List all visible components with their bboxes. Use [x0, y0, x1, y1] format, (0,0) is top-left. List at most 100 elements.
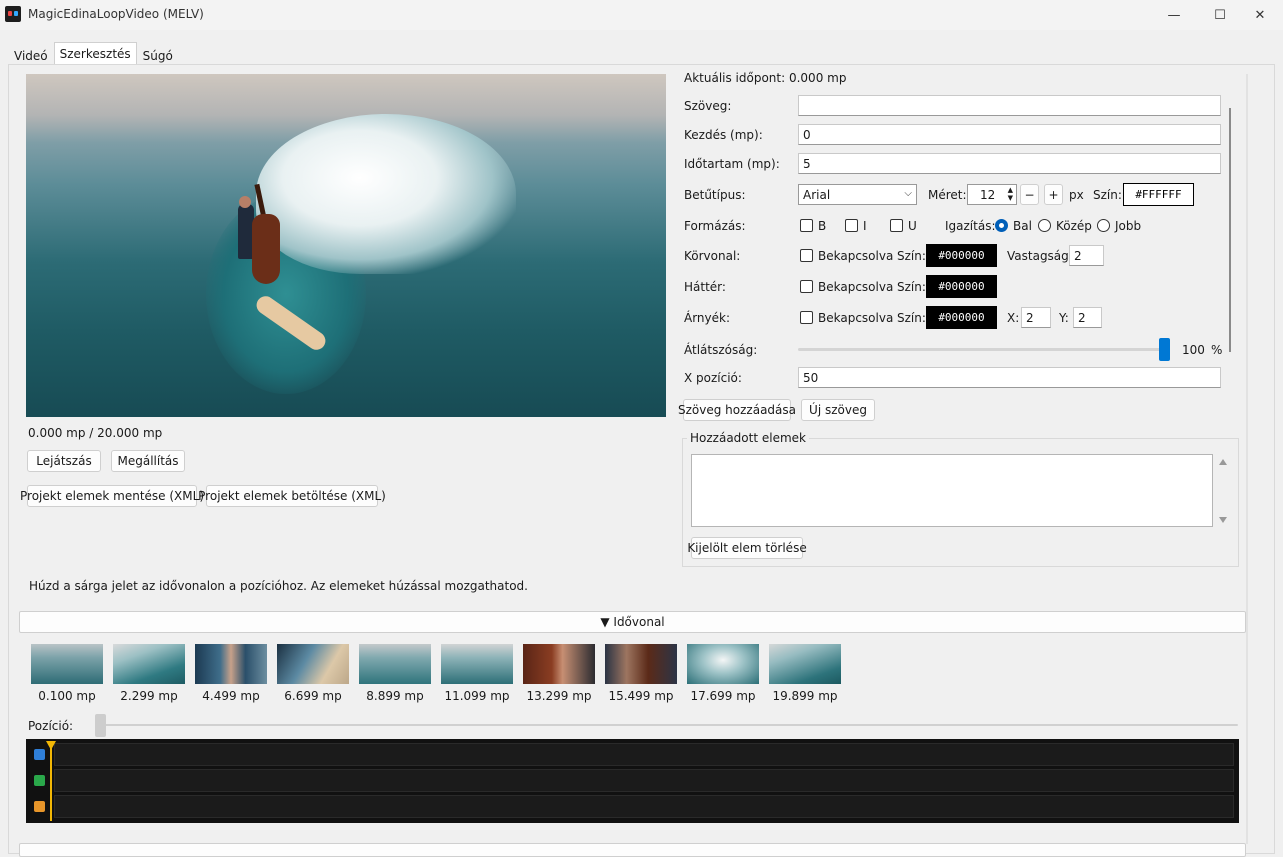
xpos-input[interactable]: 50: [798, 367, 1221, 388]
italic-label: I: [863, 219, 867, 233]
opacity-slider[interactable]: [798, 348, 1168, 351]
position-label: Pozíció:: [28, 719, 74, 733]
text-track-icon: [34, 775, 45, 786]
timeline-canvas[interactable]: [26, 739, 1239, 823]
outline-color-swatch[interactable]: #000000: [926, 244, 997, 267]
timeline-track-image[interactable]: [54, 743, 1234, 766]
shadow-color-swatch[interactable]: #000000: [926, 306, 997, 329]
stop-button[interactable]: Megállítás: [111, 450, 185, 472]
shadow-y-label: Y:: [1059, 311, 1069, 325]
new-text-button[interactable]: Új szöveg: [801, 399, 875, 421]
added-elements-title: Hozzáadott elemek: [687, 431, 809, 445]
size-label: Méret:: [928, 188, 967, 202]
scroll-down-icon[interactable]: [1219, 517, 1227, 523]
text-color-swatch[interactable]: #FFFFFF: [1123, 183, 1194, 206]
added-elements-list[interactable]: [691, 454, 1213, 527]
chevron-down-icon: ⌵: [904, 188, 912, 199]
tab-edit[interactable]: Szerkesztés: [53, 42, 137, 65]
bottom-toggle-button[interactable]: [19, 843, 1246, 857]
thumbnail-time: 4.499 mp: [202, 689, 260, 703]
hint-text: Húzd a sárga jelet az idővonalon a pozíc…: [29, 579, 528, 593]
minimize-button[interactable]: —: [1151, 0, 1197, 30]
duration-input[interactable]: 5: [798, 153, 1221, 174]
timeline-thumbnail[interactable]: [687, 644, 759, 684]
duration-label: Időtartam (mp):: [684, 157, 780, 171]
thumbnail-time: 0.100 mp: [38, 689, 96, 703]
timeline-thumbnail[interactable]: [195, 644, 267, 684]
align-left-label: Bal: [1013, 219, 1032, 233]
italic-checkbox[interactable]: [845, 219, 858, 232]
panel-scroll-track[interactable]: [1246, 74, 1248, 844]
opacity-value: 100: [1182, 343, 1205, 357]
format-label: Formázás:: [684, 219, 746, 233]
align-left-radio[interactable]: [995, 219, 1008, 232]
shadow-enabled-label: Bekapcsolva: [818, 311, 894, 325]
window-title: MagicEdinaLoopVideo (MELV): [28, 7, 204, 21]
delete-selected-button[interactable]: Kijelölt elem törlése: [687, 537, 807, 559]
font-select[interactable]: Arial ⌵: [798, 184, 917, 205]
background-label: Háttér:: [684, 280, 726, 294]
thumbnail-time: 6.699 mp: [284, 689, 342, 703]
text-input[interactable]: [798, 95, 1221, 116]
timeline-thumbnail[interactable]: [113, 644, 185, 684]
playhead[interactable]: [50, 745, 52, 821]
start-label: Kezdés (mp):: [684, 128, 763, 142]
size-plus-button[interactable]: +: [1044, 184, 1063, 205]
timeline-track-audio[interactable]: [54, 795, 1234, 818]
thumbnail-time: 15.499 mp: [608, 689, 674, 703]
timeline-thumbnail[interactable]: [359, 644, 431, 684]
align-center-radio[interactable]: [1038, 219, 1051, 232]
opacity-slider-thumb[interactable]: [1159, 338, 1170, 361]
time-display: 0.000 mp / 20.000 mp: [28, 426, 163, 440]
thumbnail-time: 8.899 mp: [366, 689, 424, 703]
scroll-up-icon[interactable]: [1219, 459, 1227, 465]
thumbnail-time: 2.299 mp: [120, 689, 178, 703]
background-color-swatch[interactable]: #000000: [926, 275, 997, 298]
play-button[interactable]: Lejátszás: [27, 450, 101, 472]
tab-help[interactable]: Súgó: [137, 44, 179, 65]
panel-scroll-thumb[interactable]: [1229, 108, 1231, 352]
timeline-toggle-button[interactable]: ▼ Idővonal: [19, 611, 1246, 633]
added-elements-scrollbar[interactable]: [1215, 454, 1231, 527]
timeline-thumbnail[interactable]: [523, 644, 595, 684]
timeline-thumbnail[interactable]: [769, 644, 841, 684]
shadow-label: Árnyék:: [684, 311, 731, 325]
timeline-thumbnail[interactable]: [277, 644, 349, 684]
align-center-label: Közép: [1056, 219, 1092, 233]
timeline-thumbnail[interactable]: [31, 644, 103, 684]
position-slider-thumb[interactable]: [95, 714, 106, 737]
position-slider[interactable]: [100, 724, 1238, 726]
bold-checkbox[interactable]: [800, 219, 813, 232]
opacity-label: Átlátszóság:: [684, 343, 758, 357]
px-label: px: [1069, 188, 1084, 202]
save-xml-button[interactable]: Projekt elemek mentése (XML): [20, 485, 204, 507]
background-enabled-checkbox[interactable]: [800, 280, 813, 293]
start-input[interactable]: 0: [798, 124, 1221, 145]
current-time-label: Aktuális időpont: 0.000 mp: [684, 71, 847, 85]
align-right-radio[interactable]: [1097, 219, 1110, 232]
font-label: Betűtípus:: [684, 188, 746, 202]
shadow-color-label: Szín:: [897, 311, 926, 325]
tab-video[interactable]: Videó: [8, 44, 54, 65]
thickness-input[interactable]: 2: [1069, 245, 1104, 266]
add-text-button[interactable]: Szöveg hozzáadása: [678, 399, 796, 421]
shadow-y-input[interactable]: 2: [1073, 307, 1102, 328]
thumbnail-time: 13.299 mp: [526, 689, 592, 703]
timeline-thumbnail[interactable]: [605, 644, 677, 684]
timeline-thumbnail[interactable]: [441, 644, 513, 684]
size-minus-button[interactable]: −: [1020, 184, 1039, 205]
background-color-label: Szín:: [897, 280, 926, 294]
close-button[interactable]: ✕: [1237, 0, 1283, 30]
outline-enabled-checkbox[interactable]: [800, 249, 813, 262]
video-preview[interactable]: [26, 74, 666, 417]
thickness-label: Vastagság:: [1007, 249, 1073, 263]
shadow-x-input[interactable]: 2: [1021, 307, 1051, 328]
title-bar: MagicEdinaLoopVideo (MELV) — ☐ ✕: [0, 0, 1283, 30]
spin-arrows-icon[interactable]: ▲ ▼: [1008, 186, 1013, 202]
underline-checkbox[interactable]: [890, 219, 903, 232]
shadow-enabled-checkbox[interactable]: [800, 311, 813, 324]
timeline-track-text[interactable]: [54, 769, 1234, 792]
xpos-label: X pozíció:: [684, 371, 742, 385]
size-spinbox[interactable]: 12 ▲ ▼: [967, 184, 1017, 205]
load-xml-button[interactable]: Projekt elemek betöltése (XML): [198, 485, 386, 507]
